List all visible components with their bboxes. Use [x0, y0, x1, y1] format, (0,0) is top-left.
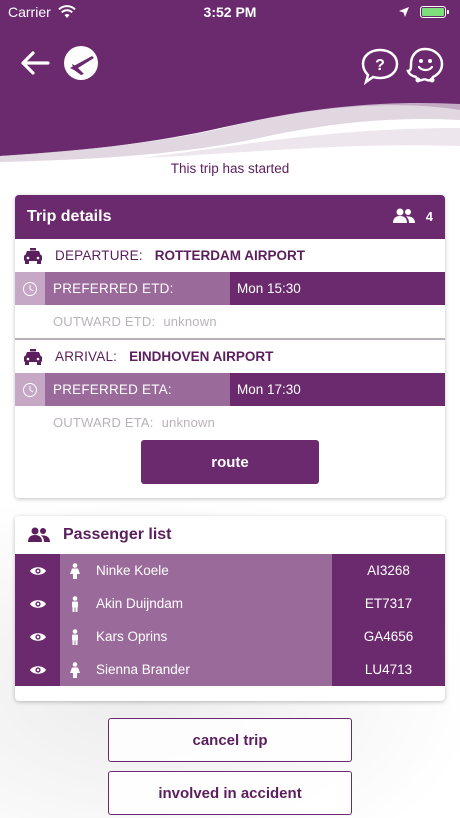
passenger-name-cell: Sienna Brander — [60, 653, 332, 686]
preferred-etd-label: PREFERRED ETD: — [45, 272, 230, 305]
eye-icon[interactable] — [15, 554, 60, 587]
passenger-name: Akin Duijndam — [96, 596, 184, 611]
male-person-icon — [72, 595, 78, 612]
route-button[interactable]: route — [141, 440, 319, 484]
eye-icon[interactable] — [15, 653, 60, 686]
passenger-list-card: Passenger list Ninke Koele AI3268 Akin D… — [15, 516, 445, 701]
outward-eta-value: unknown — [161, 415, 216, 430]
passenger-row[interactable]: Akin Duijndam ET7317 — [15, 587, 445, 620]
preferred-etd-value: Mon 15:30 — [230, 272, 445, 305]
trip-details-header: Trip details 4 — [15, 195, 445, 239]
app-header: ? — [0, 24, 460, 164]
outward-etd-value: unknown — [163, 314, 217, 329]
passenger-name-cell: Kars Oprins — [60, 620, 332, 653]
trip-details-card: Trip details 4 DEPARTURE: ROTTERDAM AIRP… — [15, 195, 445, 498]
passenger-row[interactable]: Kars Oprins GA4656 — [15, 620, 445, 653]
passenger-row[interactable]: Ninke Koele AI3268 — [15, 554, 445, 587]
preferred-eta-value: Mon 17:30 — [230, 373, 445, 406]
clock-icon — [15, 373, 45, 406]
passenger-code: LU4713 — [332, 653, 445, 686]
outward-eta-row: OUTWARD ETA: unknown — [15, 406, 445, 439]
help-question-button[interactable]: ? — [360, 46, 400, 86]
clock-time: 3:52 PM — [203, 4, 257, 20]
passenger-list-title: Passenger list — [63, 526, 172, 543]
eye-icon[interactable] — [15, 620, 60, 653]
cancel-trip-button[interactable]: cancel trip — [108, 718, 352, 762]
taxi-icon — [24, 247, 42, 264]
eye-icon[interactable] — [15, 587, 60, 620]
trip-status-text: This trip has started — [170, 161, 290, 176]
outward-etd-label: OUTWARD ETD: — [53, 314, 156, 329]
arrival-label: ARRIVAL: — [55, 349, 118, 364]
passenger-count: 4 — [392, 208, 433, 224]
passenger-name: Ninke Koele — [96, 563, 169, 578]
back-arrow-button[interactable] — [18, 48, 54, 78]
outward-eta-label: OUTWARD ETA: — [53, 415, 154, 430]
people-icon — [392, 208, 415, 223]
passenger-code: AI3268 — [332, 554, 445, 587]
clock-icon — [15, 272, 45, 305]
departure-value: ROTTERDAM AIRPORT — [154, 248, 306, 263]
preferred-eta-row[interactable]: PREFERRED ETA: Mon 17:30 — [15, 373, 445, 406]
trip-details-title: Trip details — [27, 208, 112, 225]
passenger-code: GA4656 — [332, 620, 445, 653]
people-icon — [28, 527, 50, 542]
female-person-icon — [70, 562, 80, 579]
female-person-icon — [70, 661, 80, 678]
involved-in-accident-button[interactable]: involved in accident — [108, 771, 352, 815]
passenger-name-cell: Ninke Koele — [60, 554, 332, 587]
plane-logo-icon — [64, 46, 98, 80]
male-person-icon — [72, 628, 78, 645]
passenger-name: Kars Oprins — [96, 629, 168, 644]
passenger-count-value: 4 — [425, 208, 433, 224]
svg-text:?: ? — [375, 57, 385, 74]
departure-label: DEPARTURE: — [55, 248, 143, 263]
departure-row: DEPARTURE: ROTTERDAM AIRPORT — [15, 239, 445, 272]
passenger-code: ET7317 — [332, 587, 445, 620]
taxi-icon — [24, 348, 42, 365]
outward-etd-row: OUTWARD ETD: unknown — [15, 305, 445, 338]
passenger-name-cell: Akin Duijndam — [60, 587, 332, 620]
passenger-name: Sienna Brander — [96, 662, 190, 677]
arrival-row: ARRIVAL: EINDHOVEN AIRPORT — [15, 340, 445, 373]
location-arrow-icon — [399, 7, 409, 17]
waze-button[interactable] — [404, 44, 446, 86]
arrival-value: EINDHOVEN AIRPORT — [129, 349, 274, 364]
status-bar: Carrier 3:52 PM — [0, 0, 460, 24]
preferred-etd-row[interactable]: PREFERRED ETD: Mon 15:30 — [15, 272, 445, 305]
passenger-list-header: Passenger list — [15, 516, 445, 554]
passenger-row[interactable]: Sienna Brander LU4713 — [15, 653, 445, 686]
battery-icon — [420, 6, 449, 18]
preferred-eta-label: PREFERRED ETA: — [45, 373, 230, 406]
